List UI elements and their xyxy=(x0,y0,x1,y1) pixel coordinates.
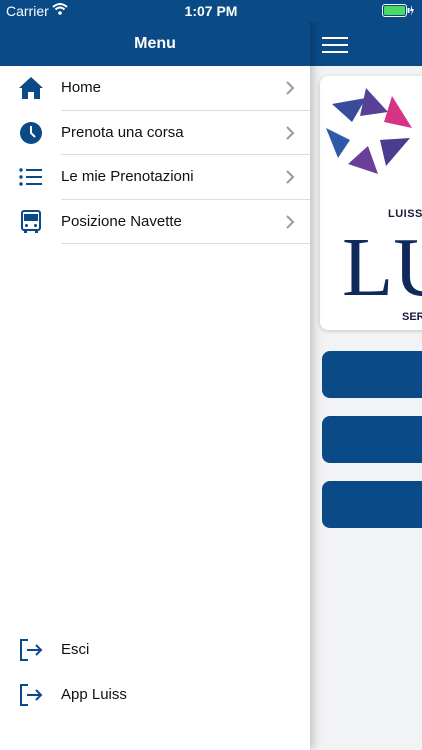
menu-item-esci[interactable]: Esci xyxy=(0,627,310,672)
bus-icon xyxy=(21,209,41,233)
battery-icon xyxy=(382,4,414,17)
luiss-small-text: LUISS xyxy=(388,208,422,220)
luiss-big-text: LU xyxy=(342,221,422,314)
main-button-1[interactable] xyxy=(322,351,422,398)
chevron-right-icon xyxy=(286,81,295,95)
main-button-2[interactable] xyxy=(322,416,422,463)
menu-item-prenota[interactable]: Prenota una corsa xyxy=(0,111,310,155)
status-bar: Carrier 1:07 PM xyxy=(0,0,422,22)
menu-item-label: Home xyxy=(61,79,102,96)
exit-app-icon xyxy=(20,684,43,706)
menu-item-navette[interactable]: Posizione Navette xyxy=(0,200,310,244)
logout-icon xyxy=(20,639,43,661)
clock-icon xyxy=(20,121,42,144)
menu-item-app-luiss[interactable]: App Luiss xyxy=(0,672,310,717)
hamburger-menu-icon[interactable] xyxy=(322,37,348,53)
main-button-3[interactable] xyxy=(322,481,422,528)
chevron-right-icon xyxy=(286,125,295,140)
clock-time: 1:07 PM xyxy=(184,3,238,19)
menu-list: Home Prenota una corsa Le mie Prenotazio… xyxy=(0,66,310,244)
side-drawer: Menu Home Prenota una corsa Le mie Preno… xyxy=(0,0,310,750)
menu-item-label: Le mie Prenotazioni xyxy=(61,168,194,185)
menu-item-label: Prenota una corsa xyxy=(61,123,184,141)
chevron-right-icon xyxy=(286,170,295,184)
menu-item-home[interactable]: Home xyxy=(0,66,310,111)
divider xyxy=(61,243,310,244)
menu-item-label: App Luiss xyxy=(61,686,127,703)
card-bottom-text: SER xyxy=(402,311,422,323)
menu-item-label: Posizione Navette xyxy=(61,212,182,230)
menu-item-label: Esci xyxy=(61,641,90,658)
bottom-menu-list: Esci App Luiss xyxy=(0,627,310,717)
luiss-logo-card: LUISS LU SER xyxy=(320,76,422,330)
menu-item-prenotazioni[interactable]: Le mie Prenotazioni xyxy=(0,155,310,200)
chevron-right-icon xyxy=(286,214,295,229)
luiss-logo-icon xyxy=(326,88,412,174)
drawer-title: Menu xyxy=(0,22,310,66)
home-icon xyxy=(19,77,43,99)
list-icon xyxy=(19,168,42,186)
